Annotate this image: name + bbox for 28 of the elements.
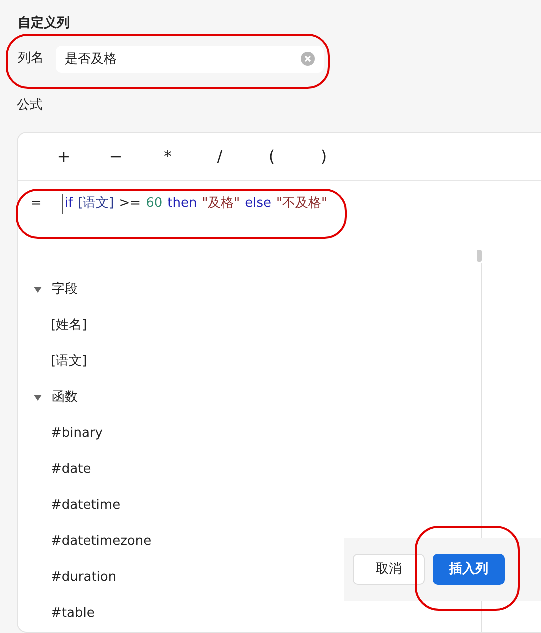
scrollbar-thumb[interactable] [477,250,482,262]
column-name-field[interactable]: 是否及格 [56,46,324,72]
operator-button[interactable]: / [194,144,246,168]
column-name-label: 列名 [18,50,44,68]
tree-item[interactable]: #duration [51,568,117,588]
tree-item[interactable]: #date [51,460,92,480]
operator-button[interactable]: − [90,144,142,168]
equals-sign: = [31,195,42,214]
caret-down-icon [34,286,42,294]
clear-icon[interactable] [301,52,315,66]
insert-column-button[interactable]: 插入列 [433,554,505,585]
tree-section[interactable]: 函数 [18,380,478,416]
cancel-button[interactable]: 取消 [353,554,425,585]
operator-button[interactable]: * [142,144,194,168]
tree-item[interactable]: [语文] [51,352,88,372]
operator-button[interactable]: ( [246,144,298,168]
tree-section[interactable]: 字段 [18,272,478,308]
operator-button[interactable]: + [38,144,90,168]
dialog-title: 自定义列 [18,14,71,33]
tree-item[interactable]: [姓名] [51,316,88,336]
formula-label: 公式 [17,96,44,114]
tree-item[interactable]: #table [51,604,95,624]
tree-item[interactable]: #binary [51,424,103,444]
formula-input[interactable]: if [语文] >= 60 then "及格" else "不及格" [62,194,328,214]
tree-item[interactable]: #datetimezone [51,532,152,552]
tree-item[interactable]: #datetime [51,496,121,516]
caret-down-icon [34,394,42,402]
operator-button[interactable]: ) [298,144,350,168]
